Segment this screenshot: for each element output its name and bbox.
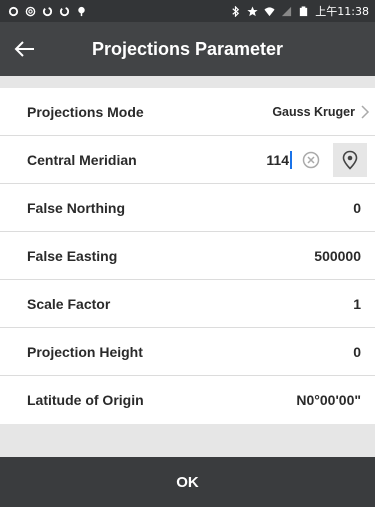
parameter-list: Projections Mode Gauss Kruger Central Me…	[0, 88, 375, 424]
central-meridian-input[interactable]	[249, 151, 289, 168]
projection-height-row[interactable]: Projection Height 0	[0, 328, 375, 376]
false-northing-value: 0	[353, 199, 361, 216]
bluetooth-icon	[232, 5, 240, 17]
refresh-icon	[59, 6, 70, 16]
projection-height-label: Projection Height	[27, 343, 143, 360]
status-bar: 上午11:38	[0, 0, 375, 22]
projections-mode-row[interactable]: Projections Mode Gauss Kruger	[0, 88, 375, 136]
notification-icons	[8, 6, 87, 17]
star-icon	[247, 5, 258, 16]
wifi-icon	[264, 6, 275, 16]
text-cursor	[290, 150, 292, 169]
signal-icon	[282, 6, 292, 16]
battery-icon	[300, 5, 308, 16]
system-icons: 上午11:38	[230, 3, 369, 19]
back-button[interactable]	[0, 22, 50, 76]
chevron-right-icon	[361, 104, 370, 119]
back-arrow-icon	[14, 41, 34, 57]
scale-factor-row[interactable]: Scale Factor 1	[0, 280, 375, 328]
latitude-origin-row[interactable]: Latitude of Origin N0°00'00"	[0, 376, 375, 424]
clock: 上午11:38	[315, 5, 369, 18]
false-northing-row[interactable]: False Northing 0	[0, 184, 375, 232]
projections-mode-label: Projections Mode	[27, 103, 144, 120]
central-meridian-row: Central Meridian	[0, 136, 375, 184]
false-easting-value: 500000	[314, 247, 361, 264]
refresh-icon	[42, 6, 53, 16]
false-northing-label: False Northing	[27, 199, 126, 216]
latitude-origin-value: N0°00'00"	[296, 392, 361, 408]
central-meridian-label: Central Meridian	[27, 151, 137, 168]
scale-factor-value: 1	[353, 295, 361, 312]
app-bar: Projections Parameter	[0, 22, 375, 76]
false-easting-row[interactable]: False Easting 500000	[0, 232, 375, 280]
location-pin-icon	[342, 150, 358, 170]
ok-button[interactable]: OK	[0, 457, 375, 507]
central-meridian-input-wrap	[249, 142, 367, 177]
sync-icon	[8, 6, 19, 16]
latitude-origin-label: Latitude of Origin	[27, 392, 144, 408]
clear-input-icon[interactable]	[302, 151, 320, 169]
copyright-icon	[25, 6, 36, 16]
projection-height-value: 0	[353, 343, 361, 360]
locate-button[interactable]	[333, 142, 367, 177]
location-pin-icon	[78, 6, 85, 16]
scale-factor-label: Scale Factor	[27, 295, 111, 312]
false-easting-label: False Easting	[27, 247, 118, 264]
page-title: Projections Parameter	[91, 38, 284, 59]
projections-mode-value: Gauss Kruger	[272, 104, 355, 119]
